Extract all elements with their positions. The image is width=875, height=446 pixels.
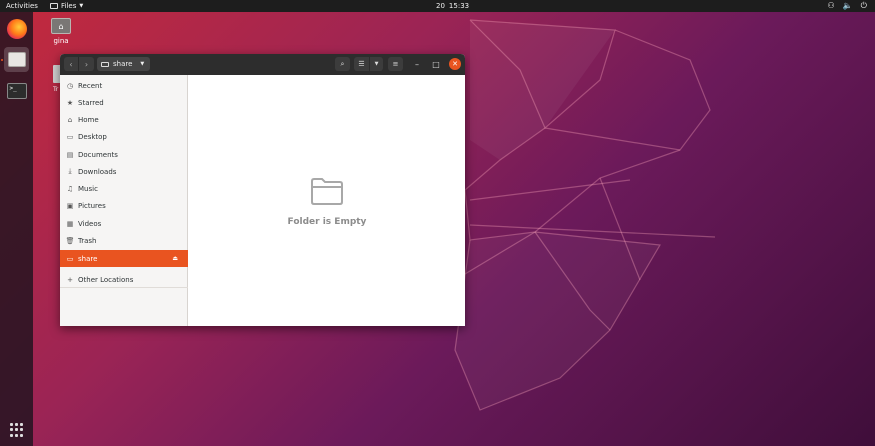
file-view[interactable]: Folder is Empty — [189, 75, 465, 326]
sidebar-item-label: Videos — [78, 219, 102, 228]
desktop-home-icon[interactable]: ⌂ gina — [49, 18, 73, 45]
firefox-launcher[interactable] — [4, 16, 29, 41]
dock: >_ — [0, 12, 33, 446]
search-button[interactable]: ⌕ — [335, 57, 350, 71]
sidebar-item-label: Downloads — [78, 167, 117, 176]
sidebar-item-other-locations[interactable]: + Other Locations — [60, 271, 188, 288]
minimize-button[interactable]: – — [411, 58, 423, 70]
plus-icon: + — [67, 275, 73, 284]
places-sidebar: ◷ Recent ★ Starred ⌂ Home ▭ Desktop ▤ Do… — [60, 75, 188, 326]
close-button[interactable]: ✕ — [449, 58, 461, 70]
files-window: ‹ › share ▼ ⌕ ☰ ▼ ≡ – □ ✕ ◷ Recent ★ Sta… — [60, 54, 465, 326]
music-icon: ♫ — [66, 184, 74, 193]
home-folder-icon: ⌂ — [51, 18, 71, 34]
header-bar: ‹ › share ▼ ⌕ ☰ ▼ ≡ – □ ✕ — [60, 54, 465, 75]
sidebar-item-recent[interactable]: ◷ Recent — [60, 77, 188, 94]
sidebar-item-share[interactable]: ▭ share ⏏ — [60, 250, 188, 267]
search-icon: ⌕ — [340, 59, 345, 68]
sidebar-item-home[interactable]: ⌂ Home — [60, 111, 188, 128]
sidebar-item-label: Recent — [78, 81, 103, 90]
running-indicator — [1, 59, 3, 61]
sidebar-item-label: Documents — [78, 150, 118, 159]
files-launcher[interactable] — [4, 47, 29, 72]
empty-state-text: Folder is Empty — [287, 217, 367, 227]
menu-button[interactable]: ≡ — [388, 57, 403, 71]
navigation-buttons: ‹ › — [64, 57, 94, 71]
sidebar-item-downloads[interactable]: ⤓ Downloads — [60, 163, 188, 180]
download-icon: ⤓ — [68, 167, 72, 175]
eject-icon[interactable]: ⏏ — [172, 255, 178, 262]
files-icon — [7, 52, 26, 67]
sidebar-item-videos[interactable]: ▦ Videos — [60, 215, 188, 232]
firefox-icon — [6, 18, 27, 39]
terminal-launcher[interactable]: >_ — [4, 78, 29, 103]
chevron-down-icon: ▼ — [374, 61, 379, 67]
sidebar-item-label: Music — [78, 184, 98, 193]
sidebar-item-pictures[interactable]: ▣ Pictures — [60, 197, 188, 214]
desktop-icon: ▭ — [66, 132, 74, 141]
back-button[interactable]: ‹ — [64, 57, 79, 71]
drive-icon: ▭ — [66, 254, 74, 263]
path-label: share — [113, 60, 133, 68]
video-icon: ▦ — [66, 219, 74, 228]
forward-button[interactable]: › — [79, 57, 94, 71]
sidebar-item-label: Desktop — [78, 132, 107, 141]
trash-icon: 🗑 — [65, 236, 75, 245]
terminal-icon: >_ — [6, 82, 27, 99]
path-bar-button[interactable]: share ▼ — [97, 57, 150, 71]
list-view-icon: ☰ — [358, 60, 365, 68]
sidebar-item-label: Pictures — [78, 201, 106, 210]
sidebar-item-music[interactable]: ♫ Music — [60, 180, 188, 197]
picture-icon: ▣ — [66, 201, 74, 210]
sidebar-item-label: Starred — [78, 98, 104, 107]
sidebar-item-trash[interactable]: 🗑 Trash — [60, 232, 188, 249]
show-applications-button[interactable] — [10, 423, 24, 437]
sidebar-item-label: Trash — [78, 236, 97, 245]
sidebar-item-starred[interactable]: ★ Starred — [60, 94, 188, 111]
drive-icon — [101, 61, 109, 67]
home-icon: ⌂ — [67, 115, 73, 124]
chevron-down-icon: ▼ — [140, 61, 145, 67]
sidebar-item-label: Home — [78, 115, 99, 124]
view-toggle-button[interactable]: ☰ — [354, 57, 369, 71]
clock-icon: ◷ — [66, 81, 74, 90]
sidebar-item-label: share — [78, 254, 98, 263]
sidebar-item-label: Other Locations — [78, 275, 134, 284]
document-icon: ▤ — [66, 150, 74, 159]
empty-folder-icon — [311, 178, 343, 205]
desktop-trash-label: Tr — [53, 86, 59, 93]
hamburger-icon: ≡ — [392, 60, 399, 68]
star-icon: ★ — [66, 98, 74, 107]
desktop-home-label: gina — [53, 37, 69, 45]
maximize-button[interactable]: □ — [430, 58, 442, 70]
view-options-button[interactable]: ▼ — [370, 57, 383, 71]
sidebar-item-documents[interactable]: ▤ Documents — [60, 146, 188, 163]
sidebar-item-desktop[interactable]: ▭ Desktop — [60, 128, 188, 145]
